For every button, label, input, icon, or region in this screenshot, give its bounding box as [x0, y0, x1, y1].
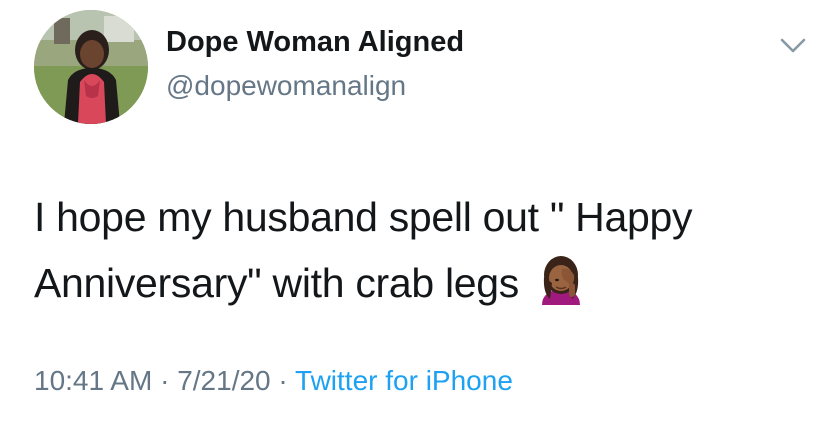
- tweet-text-line-2-text: Anniversary" with crab legs: [34, 260, 519, 306]
- user-handle[interactable]: @dopewomanalign: [166, 70, 406, 102]
- tweet-text: I hope my husband spell out " Happy Anni…: [34, 184, 824, 316]
- tweet-meta: 10:41 AM · 7/21/20 · Twitter for iPhone: [34, 365, 513, 397]
- tweet-text-line-2: Anniversary" with crab legs: [34, 250, 824, 316]
- display-name[interactable]: Dope Woman Aligned: [166, 26, 464, 59]
- tweet-time[interactable]: 10:41 AM: [34, 365, 152, 396]
- tweet-date[interactable]: 7/21/20: [177, 365, 270, 396]
- meta-separator: ·: [270, 365, 296, 396]
- woman-facepalming-emoji: [534, 253, 588, 307]
- meta-separator: ·: [152, 365, 178, 396]
- tweet-text-line-1: I hope my husband spell out " Happy: [34, 194, 693, 240]
- avatar-photo: [34, 10, 148, 124]
- avatar[interactable]: [34, 10, 148, 124]
- tweet-source-link[interactable]: Twitter for iPhone: [295, 365, 513, 396]
- tweet-card: Dope Woman Aligned @dopewomanalign I hop…: [0, 0, 828, 434]
- chevron-down-icon[interactable]: [776, 34, 810, 58]
